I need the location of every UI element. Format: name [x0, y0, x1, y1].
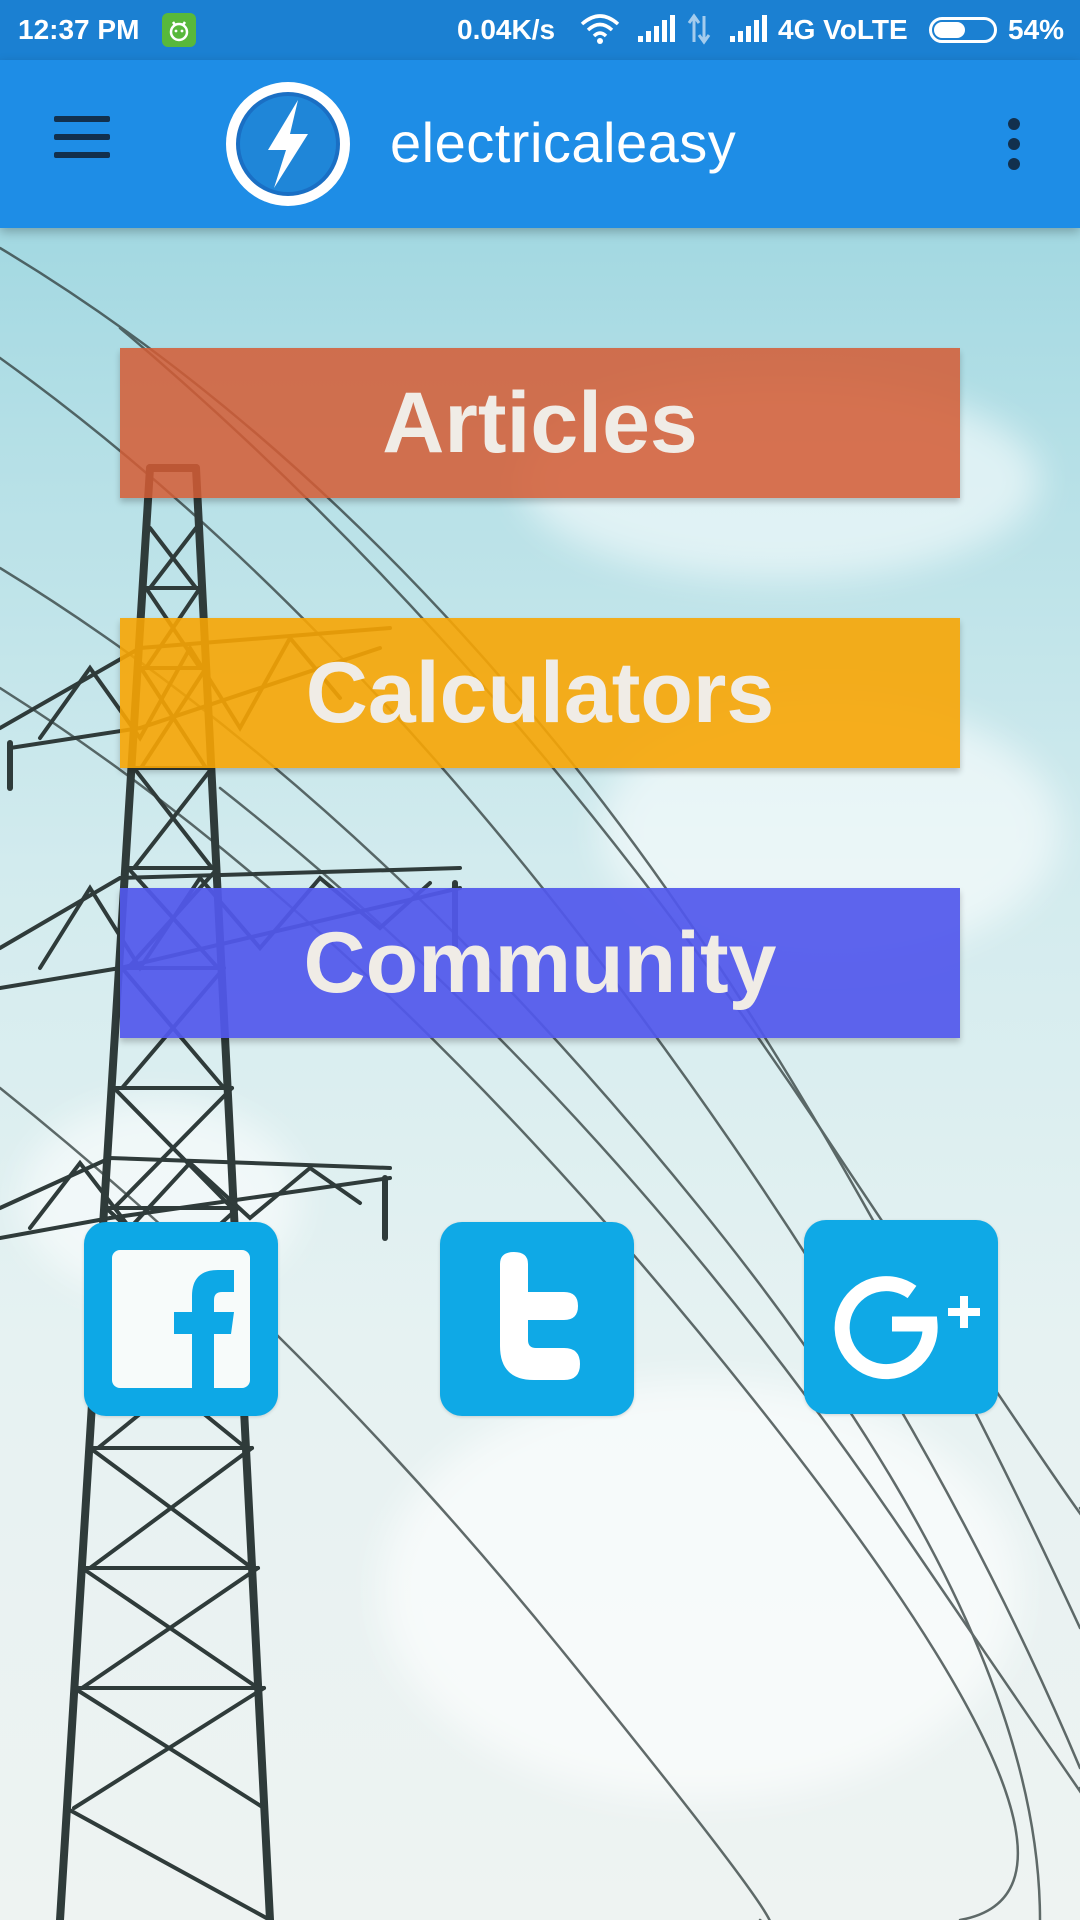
app-title: electricaleasy — [390, 111, 737, 174]
battery-fill — [934, 22, 965, 38]
network-type: 4G VoLTE — [778, 14, 908, 45]
menu-line — [54, 134, 110, 140]
community-button[interactable]: Community — [120, 888, 960, 1038]
more-vert-icon[interactable] — [1000, 116, 1028, 172]
menu-line — [54, 116, 110, 122]
calculators-label: Calculators — [305, 644, 775, 741]
community-label: Community — [303, 914, 777, 1011]
data-transfer-icon — [686, 12, 712, 53]
google-plus-icon — [834, 1276, 980, 1380]
wifi-icon — [578, 12, 622, 53]
facebook-button[interactable] — [84, 1222, 278, 1416]
hamburger-menu-icon[interactable] — [46, 114, 110, 164]
google-plus-button[interactable] — [804, 1220, 998, 1414]
twitter-icon — [500, 1252, 580, 1380]
twitter-button[interactable] — [440, 1222, 634, 1416]
menu-dot — [1008, 138, 1020, 150]
battery-icon — [929, 17, 997, 43]
menu-line — [54, 152, 110, 158]
signal-strength-icon — [636, 14, 676, 51]
articles-label: Articles — [382, 374, 698, 471]
status-bar: 12:37 PM 0.04K/s 4G VoLTE 54% — [0, 0, 1080, 60]
facebook-icon — [112, 1250, 250, 1388]
app-screen: 12:37 PM 0.04K/s 4G VoLTE 54% electrical… — [0, 0, 1080, 1920]
lightning-bolt-logo — [224, 80, 352, 208]
signal-strength-icon — [728, 14, 768, 51]
menu-dot — [1008, 118, 1020, 130]
calculators-button[interactable]: Calculators — [120, 618, 960, 768]
app-bar: electricaleasy — [0, 60, 1080, 228]
articles-button[interactable]: Articles — [120, 348, 960, 498]
status-time: 12:37 PM — [18, 14, 140, 45]
network-speed: 0.04K/s — [457, 14, 556, 45]
android-notification-icon — [162, 13, 196, 47]
menu-dot — [1008, 158, 1020, 170]
battery-percent: 54% — [1008, 14, 1065, 45]
